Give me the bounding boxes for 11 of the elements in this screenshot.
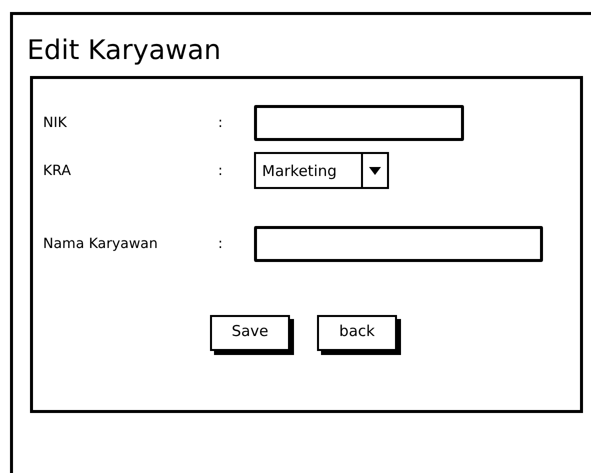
input-field[interactable] <box>254 105 464 141</box>
colon: : <box>218 162 224 178</box>
input-field[interactable] <box>254 226 543 262</box>
field-label: KRA <box>43 162 72 178</box>
dropdown[interactable]: Marketing <box>254 152 389 189</box>
colon: : <box>218 236 224 252</box>
caret-icon <box>369 166 381 174</box>
field-label: Nama Karyawan <box>43 236 159 252</box>
field-label: NIK <box>43 115 68 131</box>
page-title: Edit Karyawan <box>27 35 222 67</box>
colon: : <box>218 115 224 131</box>
